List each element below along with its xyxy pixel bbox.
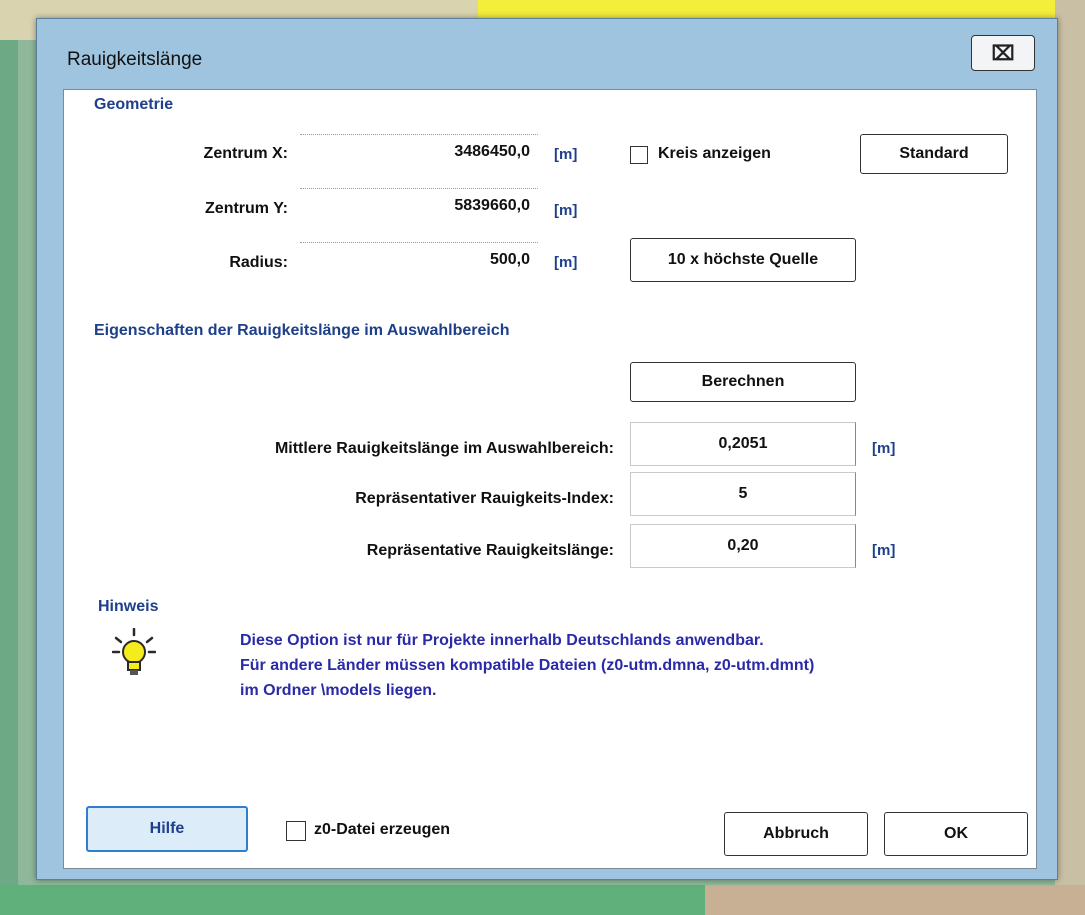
mean-roughness-label: Mittlere Rauigkeitslänge im Auswahlberei…	[274, 440, 614, 457]
center-x-label: Zentrum X:	[203, 145, 288, 162]
hint-line-3: im Ordner \models liegen.	[240, 682, 437, 699]
show-circle-label: Kreis anzeigen	[658, 145, 771, 162]
mean-roughness-field: 0,2051	[630, 422, 856, 466]
title-bar[interactable]: Rauigkeitslänge ⌧	[37, 19, 1057, 89]
hint-line-1: Diese Option ist nur für Projekte innerh…	[240, 632, 764, 649]
roughness-index-label: Repräsentativer Rauigkeits-Index:	[355, 490, 614, 507]
z0-file-checkbox[interactable]	[286, 821, 306, 841]
standard-button[interactable]: Standard	[860, 134, 1008, 174]
cancel-button[interactable]: Abbruch	[724, 812, 868, 856]
desktop-background-right	[1055, 0, 1085, 915]
lightbulb-icon	[112, 628, 156, 675]
center-x-input[interactable]: 3486450,0	[300, 134, 538, 168]
show-circle-checkbox[interactable]	[630, 146, 648, 164]
center-y-label: Zentrum Y:	[205, 200, 288, 217]
dialog-content: Geometrie Zentrum X: 3486450,0 [m] Kreis…	[63, 89, 1037, 869]
representative-roughness-field: 0,20	[630, 524, 856, 568]
close-button[interactable]: ⌧	[971, 35, 1035, 71]
center-y-input[interactable]: 5839660,0	[300, 188, 538, 222]
radius-label: Radius:	[229, 254, 288, 271]
desktop-background-bottom-right	[705, 885, 1085, 915]
hint-line-2: Für andere Länder müssen kompatible Date…	[240, 657, 815, 674]
highest-source-button[interactable]: 10 x höchste Quelle	[630, 238, 856, 282]
roughness-length-dialog: Rauigkeitslänge ⌧ Geometrie Zentrum X: 3…	[36, 18, 1058, 880]
radius-input[interactable]: 500,0	[300, 242, 538, 276]
representative-roughness-label: Repräsentative Rauigkeitslänge:	[366, 542, 614, 559]
dialog-title: Rauigkeitslänge	[67, 49, 203, 70]
properties-section-title: Eigenschaften der Rauigkeitslänge im Aus…	[94, 322, 510, 339]
ok-button[interactable]: OK	[884, 812, 1028, 856]
center-y-unit: [m]	[554, 202, 578, 219]
desktop-background-left	[0, 0, 18, 915]
close-icon: ⌧	[991, 42, 1015, 65]
geometry-section-title: Geometrie	[94, 96, 174, 113]
mean-roughness-unit: [m]	[872, 440, 896, 457]
help-button[interactable]: Hilfe	[86, 806, 248, 852]
representative-roughness-unit: [m]	[872, 542, 896, 559]
radius-unit: [m]	[554, 254, 578, 271]
z0-file-label: z0-Datei erzeugen	[314, 821, 451, 838]
calculate-button[interactable]: Berechnen	[630, 362, 856, 402]
hint-section-title: Hinweis	[98, 598, 159, 615]
roughness-index-field: 5	[630, 472, 856, 516]
center-x-unit: [m]	[554, 146, 578, 163]
